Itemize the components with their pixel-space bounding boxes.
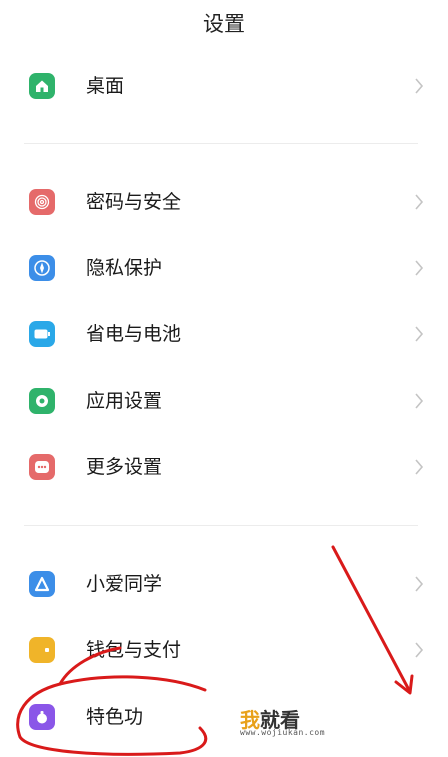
chevron-right-icon (415, 194, 424, 210)
settings-item-desktop[interactable]: 桌面 (0, 58, 448, 114)
chevron-right-icon (415, 459, 424, 475)
settings-item-label: 密码与安全 (86, 191, 182, 213)
chevron-right-icon (415, 78, 424, 94)
chevron-right-icon (415, 393, 424, 409)
chevron-right-icon (415, 326, 424, 342)
chevron-right-icon (415, 260, 424, 276)
feature-icon (29, 704, 55, 730)
settings-item-label: 桌面 (86, 75, 125, 97)
watermark-url: www.wojiukan.com (240, 728, 326, 737)
settings-item-label: 应用设置 (86, 390, 163, 412)
home-icon (29, 73, 55, 99)
gear-icon (29, 388, 55, 414)
chevron-right-icon (415, 642, 424, 658)
settings-item-battery[interactable]: 省电与电池 (0, 306, 448, 362)
settings-item-label: 特色功 (86, 706, 144, 728)
settings-item-more[interactable]: 更多设置 (0, 439, 448, 495)
fingerprint-icon (29, 189, 55, 215)
chevron-right-icon (415, 576, 424, 592)
settings-item-label: 隐私保护 (86, 257, 163, 279)
settings-item-label: 钱包与支付 (86, 639, 182, 661)
page-title: 设置 (203, 12, 245, 36)
compass-icon (29, 255, 55, 281)
settings-item-app-settings[interactable]: 应用设置 (0, 373, 448, 429)
wallet-icon (29, 637, 55, 663)
settings-item-label: 省电与电池 (86, 323, 182, 345)
assistant-icon (29, 571, 55, 597)
settings-item-label: 小爱同学 (86, 573, 163, 595)
settings-item-label: 更多设置 (86, 456, 163, 478)
group-divider (24, 143, 418, 144)
settings-item-privacy[interactable]: 隐私保护 (0, 240, 448, 296)
settings-item-wallet[interactable]: 钱包与支付 (0, 622, 448, 678)
battery-icon (29, 321, 55, 347)
more-icon (29, 454, 55, 480)
group-divider (24, 525, 418, 526)
settings-screen: 设置 桌面 密码与安全 隐私保护 省电与电池 应用设置 更多设置 小爱同学 钱包… (0, 0, 448, 757)
settings-item-xiaoai[interactable]: 小爱同学 (0, 556, 448, 612)
settings-item-password-security[interactable]: 密码与安全 (0, 174, 448, 230)
